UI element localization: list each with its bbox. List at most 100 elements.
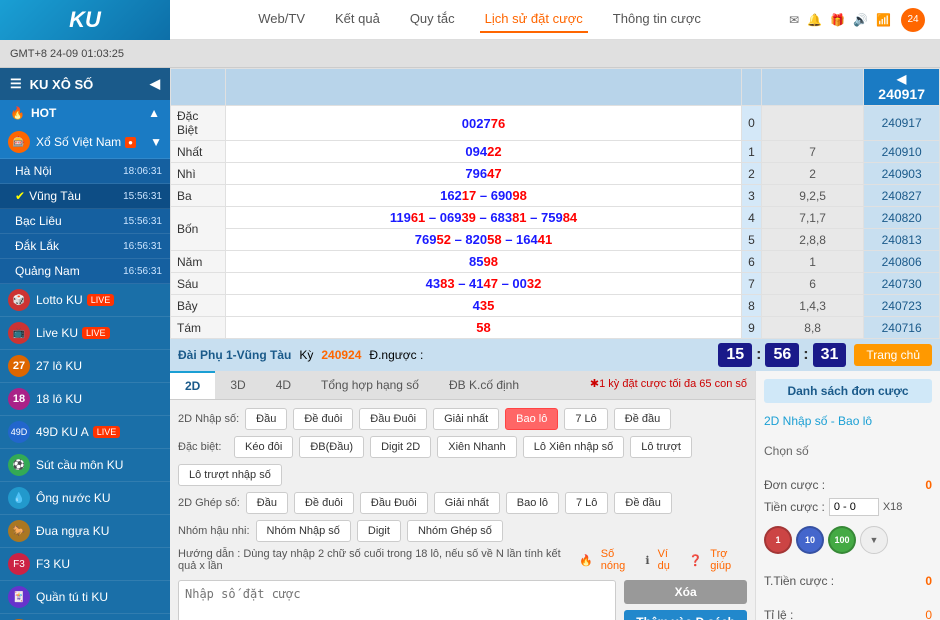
btn-loxiennhapso[interactable]: Lô Xiên nhập số — [523, 436, 625, 458]
btn-ghep-deduoi[interactable]: Đề đuôi — [294, 492, 354, 514]
active-check-icon: ✔ — [15, 189, 25, 203]
btn-ghep-7lo[interactable]: 7 Lô — [565, 492, 608, 514]
sidebar-18loku[interactable]: 18 18 lô KU — [0, 383, 170, 416]
27loku-icon: 27 — [8, 355, 30, 377]
sidebar-liveku[interactable]: 📺 Live KU LIVE — [0, 317, 170, 350]
tab-2d[interactable]: 2D — [170, 371, 215, 399]
idx-1: 1 — [742, 141, 762, 163]
btn-ghep-dedau[interactable]: Đề đầu — [614, 492, 671, 514]
sidebar-collapse-icon[interactable]: ◀ — [150, 76, 160, 92]
btn-dau[interactable]: Đầu — [245, 408, 287, 430]
btn-ghep-baolo[interactable]: Bao lô — [506, 492, 559, 514]
tro-giup-link[interactable]: Trợ giúp — [710, 548, 747, 572]
tien-cuoc-input[interactable] — [829, 498, 879, 516]
btn-7lo[interactable]: 7 Lô — [564, 408, 607, 430]
btn-nhomnhapso[interactable]: Nhóm Nhập số — [256, 520, 351, 542]
sidebar-daklak[interactable]: Đắk Lắk 16:56:31 — [0, 234, 170, 259]
chip-expand-icon[interactable]: ▼ — [860, 526, 888, 554]
table-row: Nhất 09422 1 7 240910 — [171, 141, 940, 163]
btn-ghep-dau[interactable]: Đầu — [246, 492, 288, 514]
chip-10[interactable]: 10 — [796, 526, 824, 554]
tab-tonghop[interactable]: Tổng hợp hạng số — [306, 371, 434, 399]
18loku-label: 18 lô KU — [36, 392, 82, 406]
period-7: 240730 — [864, 273, 940, 295]
prev-period-icon[interactable]: ◀ — [897, 72, 906, 86]
xoso-arrow-icon[interactable]: ▼ — [150, 135, 162, 149]
sidebar-quantuti[interactable]: 🃏 Quần tú ti KU — [0, 581, 170, 614]
sidebar-lottoku[interactable]: 🎲 Lotto KU LIVE — [0, 284, 170, 317]
btn-digit[interactable]: Digit — [357, 520, 401, 542]
period-nav[interactable]: ◀ 240917 — [864, 69, 940, 106]
nav-lich-su[interactable]: Lịch sử đặt cược — [480, 6, 588, 33]
sidebar-keno[interactable]: 🎯 Keno — [0, 614, 170, 620]
btn-xiennhanh[interactable]: Xiên Nhanh — [437, 436, 517, 458]
them-button[interactable]: Thêm vào D.sách — [624, 610, 747, 620]
prize-tam: Tám — [171, 317, 226, 339]
wifi-icon[interactable]: 📶 — [876, 13, 891, 27]
btn-nhomghepso[interactable]: Nhóm Ghép số — [407, 520, 503, 542]
btn-dedau[interactable]: Đề đầu — [614, 408, 671, 430]
btn-dbdau[interactable]: ĐB(Đầu) — [299, 436, 364, 458]
nums-ba: 16217 – 69098 — [226, 185, 742, 207]
lottoku-icon: 🎲 — [8, 289, 30, 311]
bet-type-subtitle[interactable]: 2D Nhập số - Bao lô — [764, 414, 932, 428]
col-ratio-header — [762, 69, 864, 106]
nav-web-tv[interactable]: Web/TV — [253, 6, 310, 33]
nav-thong-tin[interactable]: Thông tin cược — [608, 6, 706, 33]
nums-nhat: 09422 — [226, 141, 742, 163]
results-section: ◀ 240917 Đặc Biệt 002776 0 240917 Nhất — [170, 68, 940, 371]
sidebar-xoso-vietnam[interactable]: 🎰 Xổ Số Việt Nam ● ▼ — [0, 126, 170, 159]
sidebar-duangua[interactable]: 🐎 Đua ngựa KU — [0, 515, 170, 548]
bell-icon[interactable]: 🔔 — [807, 13, 822, 27]
sidebar-vungtau[interactable]: ✔ Vũng Tàu 15:56:31 — [0, 184, 170, 209]
table-row: Bảy 435 8 1,4,3 240723 — [171, 295, 940, 317]
bet-action-buttons: Xóa Thêm vào D.sách Đã nhập 0 đơn — [624, 580, 747, 620]
tab-3d[interactable]: 3D — [215, 371, 260, 399]
btn-ghep-dauduoi[interactable]: Đầu Đuôi — [360, 492, 428, 514]
btn-ghep-giainhat[interactable]: Giải nhất — [434, 492, 500, 514]
tab-dbkcodinh[interactable]: ĐB K.cố định — [434, 371, 534, 399]
countdown-hours: 15 — [718, 343, 752, 367]
sidebar-f3ku[interactable]: F3 F3 KU — [0, 548, 170, 581]
sidebar-sutcau[interactable]: ⚽ Sút cầu môn KU — [0, 449, 170, 482]
countdown-minutes: 56 — [765, 343, 799, 367]
trang-chu-button[interactable]: Trang chủ — [854, 344, 932, 366]
btn-dauduoi[interactable]: Đầu Đuôi — [359, 408, 427, 430]
chip-100[interactable]: 100 — [828, 526, 856, 554]
tab-4d[interactable]: 4D — [261, 371, 306, 399]
gift-icon[interactable]: 🎁 — [830, 13, 845, 27]
nav-ket-qua[interactable]: Kết quả — [330, 6, 385, 33]
btn-keodoi[interactable]: Kéo đôi — [234, 436, 293, 458]
btn-giainhat[interactable]: Giải nhất — [433, 408, 499, 430]
sidebar-49dkua[interactable]: 49D 49D KU A LIVE — [0, 416, 170, 449]
btn-deduoi[interactable]: Đề đuôi — [293, 408, 353, 430]
btn-baolo[interactable]: Bao lô — [505, 408, 558, 430]
countdown-sep2: : — [803, 346, 808, 364]
vi-du-link[interactable]: Ví dụ — [658, 548, 681, 572]
sidebar-ongnuoc[interactable]: 💧 Ông nước KU — [0, 482, 170, 515]
2d-ghep-so-label: 2D Ghép số: — [178, 497, 240, 509]
volume-icon[interactable]: 🔊 — [853, 13, 868, 27]
bet-textarea[interactable] — [178, 580, 616, 620]
sub-header: GMT+8 24-09 01:03:25 — [0, 40, 940, 68]
bet-inner: 2D Nhập số: Đầu Đề đuôi Đầu Đuôi Giải nh… — [170, 400, 755, 620]
ratio-3: 9,2,5 — [762, 185, 864, 207]
nums-bon-1: 11961 – 06939 – 68381 – 75984 — [226, 207, 742, 229]
multiplier-label: X18 — [883, 501, 903, 513]
sidebar-27loku[interactable]: 27 27 lô KU — [0, 350, 170, 383]
hot-arrow-icon[interactable]: ▲ — [148, 106, 160, 120]
chip-1[interactable]: 1 — [764, 526, 792, 554]
btn-lotruotnhapso[interactable]: Lô trượt nhập số — [178, 464, 282, 486]
xoa-button[interactable]: Xóa — [624, 580, 747, 604]
btn-lotruot[interactable]: Lô trượt — [630, 436, 692, 458]
btn-digit2d[interactable]: Digit 2D — [370, 436, 431, 458]
nav-quy-tac[interactable]: Quy tắc — [405, 6, 460, 33]
so-nong-link[interactable]: Số nóng — [601, 548, 638, 572]
sidebar-baclieu[interactable]: Bạc Liêu 15:56:31 — [0, 209, 170, 234]
ratio-4: 7,1,7 — [762, 207, 864, 229]
sidebar-quangnam[interactable]: Quảng Nam 16:56:31 — [0, 259, 170, 284]
ratio-5: 2,8,8 — [762, 229, 864, 251]
sidebar-hanoi[interactable]: Hà Nội 18:06:31 — [0, 159, 170, 184]
circle-icon: ℹ — [645, 554, 649, 567]
envelope-icon[interactable]: ✉ — [789, 13, 799, 27]
